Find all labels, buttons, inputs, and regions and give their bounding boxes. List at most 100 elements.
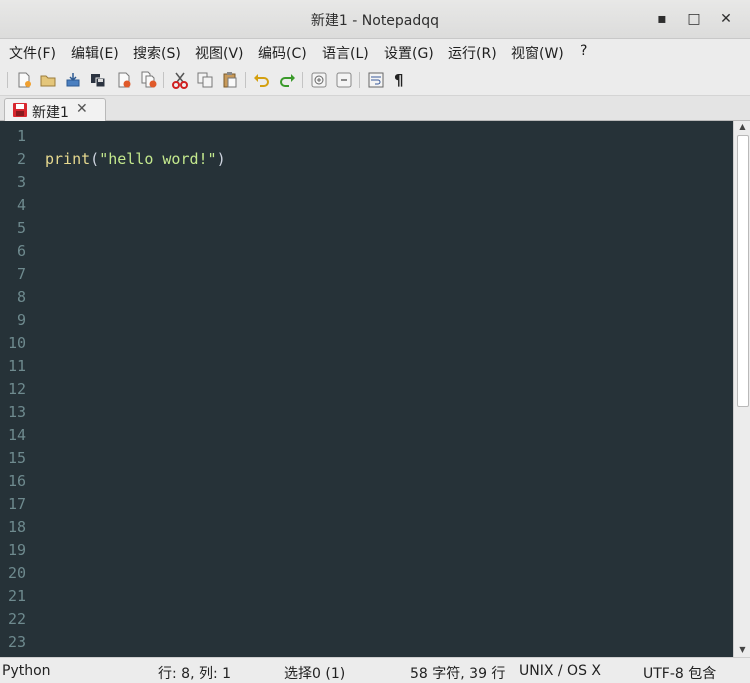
line-number: 4 [16,196,26,214]
word-wrap-button[interactable] [367,71,385,89]
save-button[interactable] [64,71,82,89]
line-number: 6 [16,242,26,260]
close-icon: ✕ [720,11,732,27]
menu-bar: 文件(F) 编辑(E) 搜索(S) 视图(V) 编码(C) 语言(L) 设置(G… [0,39,750,66]
scroll-down-icon[interactable]: ▼ [737,645,748,654]
save-all-icon [91,74,106,88]
menu-settings[interactable]: 设置(G) [384,43,434,63]
zoom-out-icon [336,72,352,88]
code-line-2[interactable]: print("hello word!") [45,148,226,171]
zoom-out-button[interactable] [335,71,353,89]
line-number: 20 [7,564,26,582]
open-file-button[interactable] [39,71,57,89]
title-bar: 新建1 - Notepadqq ▪ □ ✕ [0,0,750,39]
minimize-icon: ▪ [657,11,667,27]
undo-icon [254,74,269,87]
status-cursor-position: 行: 8, 列: 1 [158,666,232,682]
line-number: 10 [7,334,26,352]
line-number: 21 [7,587,26,605]
line-number: 22 [7,610,26,628]
show-all-chars-icon: ¶ [394,71,404,89]
menu-encoding[interactable]: 编码(C) [258,43,307,63]
tab-label: 新建1 [32,105,69,121]
cut-button[interactable] [171,71,189,89]
close-file-button[interactable] [115,71,133,89]
line-number: 8 [16,288,26,306]
zoom-in-icon [311,72,327,88]
menu-run[interactable]: 运行(R) [448,43,497,63]
redo-button[interactable] [278,71,296,89]
toolbar-separator [302,72,303,88]
toolbar-separator [163,72,164,88]
line-number-gutter: 1 2 3 4 5 6 7 8 9 10 11 12 13 14 15 16 17 18 19 20 21 22 23 [0,121,34,657]
line-number: 15 [7,449,26,467]
copy-icon [197,72,213,88]
toolbar-separator [7,72,8,88]
scrollbar-thumb[interactable] [737,135,749,407]
toolbar-separator [245,72,246,88]
status-eol[interactable]: UNIX / OS X [519,663,601,679]
toolbar: ¶ [0,66,750,96]
code-token-string: "hello word!" [99,150,217,168]
line-number: 2 [16,150,26,168]
close-window-button[interactable]: ✕ [716,9,736,29]
code-token-paren: ( [90,150,100,168]
paste-icon [223,72,237,88]
tab-new1[interactable]: 新建1 ✕ [4,98,106,121]
zoom-in-button[interactable] [310,71,328,89]
menu-search[interactable]: 搜索(S) [133,43,181,63]
redo-icon [280,74,295,87]
line-number: 17 [7,495,26,513]
cut-icon [172,72,188,89]
menu-view[interactable]: 视图(V) [195,43,244,63]
menu-file[interactable]: 文件(F) [9,43,56,63]
line-number: 9 [16,311,26,329]
maximize-icon: □ [687,11,701,27]
paste-button[interactable] [221,71,239,89]
line-number: 14 [7,426,26,444]
show-all-chars-button[interactable]: ¶ [394,71,412,89]
unsaved-file-icon [12,102,28,122]
line-number: 3 [16,173,26,191]
scroll-up-icon[interactable]: ▲ [737,122,748,131]
menu-help[interactable]: ? [580,43,587,59]
status-bar: Python 行: 8, 列: 1 选择0 (1) 58 字符, 39 行 UN… [0,657,750,682]
close-all-icon [141,71,157,88]
status-char-line-count: 58 字符, 39 行 [410,666,506,682]
new-file-button[interactable] [15,71,33,89]
toolbar-separator [359,72,360,88]
minimize-button[interactable]: ▪ [652,9,672,29]
code-token-paren: ) [216,150,226,168]
line-number: 16 [7,472,26,490]
copy-button[interactable] [196,71,214,89]
open-folder-icon [40,75,56,87]
line-number: 18 [7,518,26,536]
status-selection: 选择0 (1) [284,666,346,682]
code-token-function: print [45,150,91,168]
word-wrap-icon [368,72,384,88]
window-title: 新建1 - Notepadqq [310,13,440,29]
save-all-button[interactable] [89,71,107,89]
line-number: 12 [7,380,26,398]
status-encoding[interactable]: UTF-8 包含 [643,663,716,683]
close-all-button[interactable] [140,71,158,89]
line-number: 1 [16,127,26,145]
line-number: 7 [16,265,26,283]
line-number: 5 [16,219,26,237]
tab-close-icon[interactable]: ✕ [76,101,88,117]
save-icon [66,73,80,87]
line-number: 11 [7,357,26,375]
close-file-icon [118,72,131,88]
tab-bar: 新建1 ✕ [0,96,750,121]
menu-edit[interactable]: 编辑(E) [71,43,119,63]
maximize-button[interactable]: □ [684,9,704,29]
vertical-scrollbar[interactable]: ▲ ▼ [733,121,750,657]
code-editor[interactable]: 1 2 3 4 5 6 7 8 9 10 11 12 13 14 15 16 17 18 19 20 21 22 23 pr… [0,121,733,657]
undo-button[interactable] [253,71,271,89]
line-number: 13 [7,403,26,421]
status-language[interactable]: Python [2,663,51,679]
menu-language[interactable]: 语言(L) [322,43,369,63]
line-number: 19 [7,541,26,559]
line-number: 23 [7,633,26,651]
menu-window[interactable]: 视窗(W) [511,43,564,63]
